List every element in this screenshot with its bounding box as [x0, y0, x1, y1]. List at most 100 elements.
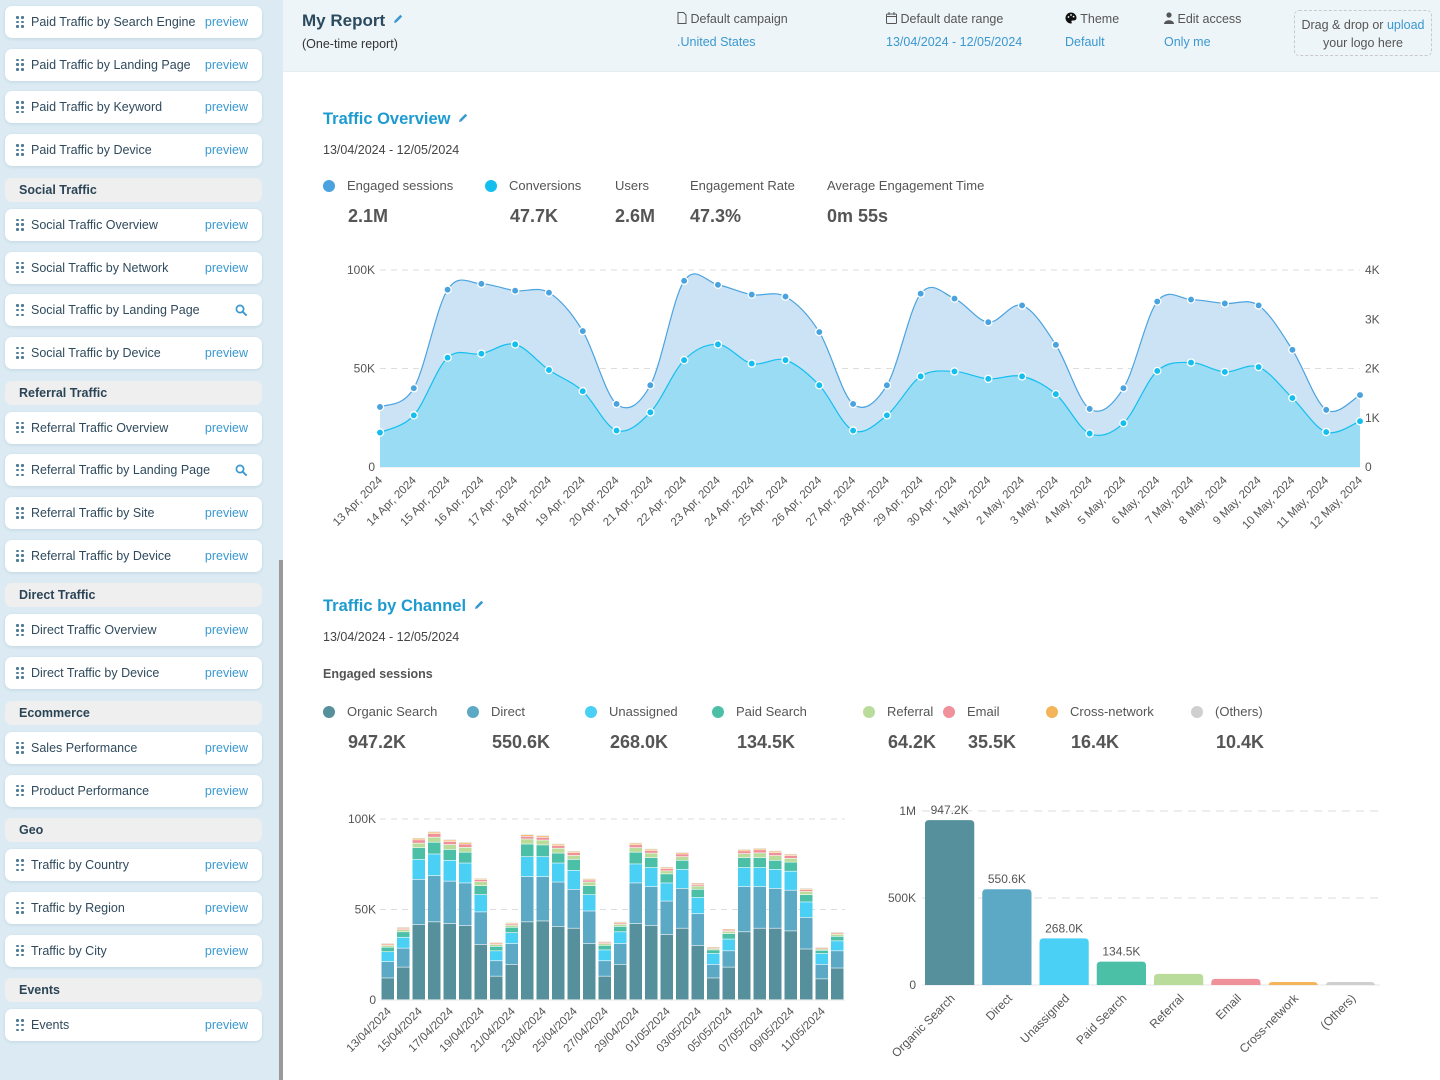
data-point[interactable]: [1321, 427, 1331, 437]
bar-segment-referral[interactable]: [521, 839, 534, 844]
bar-segment-email[interactable]: [738, 851, 751, 854]
bar-segment-unassigned[interactable]: [645, 867, 658, 887]
bar-segment-referral[interactable]: [738, 853, 751, 858]
data-point[interactable]: [984, 317, 993, 327]
preview-link[interactable]: preview: [205, 944, 248, 958]
preview-link[interactable]: preview: [205, 858, 248, 872]
data-point[interactable]: [1186, 358, 1196, 367]
bar-segment-email[interactable]: [722, 930, 736, 932]
bar-segment-referral[interactable]: [614, 924, 627, 927]
bar-segment-paid-search[interactable]: [738, 857, 751, 868]
bar-segment-paid-search[interactable]: [521, 844, 534, 857]
bar-segment-unassigned[interactable]: [443, 860, 457, 881]
data-point[interactable]: [679, 355, 689, 365]
sidebar-item[interactable]: Sales Performance preview: [5, 731, 262, 764]
bar-segment-organic-search[interactable]: [536, 921, 550, 1000]
bar-segment-paid-search[interactable]: [505, 927, 519, 933]
data-point[interactable]: [679, 276, 689, 286]
bar-segment-organic-search[interactable]: [676, 928, 689, 1000]
bar-segment-organic-search[interactable]: [769, 928, 782, 1000]
bar-segment-direct[interactable]: [536, 876, 550, 921]
preview-link[interactable]: preview: [205, 666, 248, 680]
drag-handle-icon[interactable]: [16, 624, 24, 637]
sidebar-item[interactable]: Paid Traffic by Device preview: [5, 134, 262, 167]
bar-segment-email[interactable]: [769, 852, 782, 856]
channel-legend-item[interactable]: Unassigned 268.0K: [585, 704, 678, 752]
data-point[interactable]: [1355, 390, 1365, 400]
bar-segment-organic-search[interactable]: [815, 979, 829, 1000]
data-point[interactable]: [612, 399, 621, 409]
bar-segment-referral[interactable]: [645, 853, 658, 858]
bar-segment-direct[interactable]: [769, 888, 782, 928]
data-point[interactable]: [1288, 393, 1297, 403]
bar-segment-paid-search[interactable]: [397, 932, 410, 937]
bar-segment-direct[interactable]: [629, 883, 643, 924]
bar-segment-unassigned[interactable]: [397, 937, 410, 948]
drag-handle-icon[interactable]: [16, 784, 24, 797]
bar-segment-direct[interactable]: [800, 917, 813, 949]
data-point[interactable]: [477, 279, 486, 289]
bar-segment-cross-network[interactable]: [645, 849, 658, 851]
bar-segment-referral[interactable]: [490, 944, 503, 947]
bar-segment-unassigned[interactable]: [769, 869, 782, 889]
bar-segment-email[interactable]: [397, 928, 410, 930]
bar-segment-paid-search[interactable]: [490, 946, 503, 951]
channel-legend-item[interactable]: Organic Search 947.2K: [323, 704, 437, 752]
bar-segment-paid-search[interactable]: [645, 857, 658, 868]
drag-handle-icon[interactable]: [16, 218, 24, 231]
drag-handle-icon[interactable]: [16, 101, 24, 114]
bar-paid-search[interactable]: [1096, 961, 1146, 985]
bar-segment-unassigned[interactable]: [784, 871, 798, 890]
data-point[interactable]: [1355, 416, 1365, 426]
bar-segment-referral[interactable]: [660, 871, 674, 874]
data-point[interactable]: [1152, 297, 1162, 306]
drag-handle-icon[interactable]: [16, 144, 24, 156]
data-point[interactable]: [916, 289, 925, 298]
data-point[interactable]: [781, 355, 790, 365]
channel-legend-item[interactable]: Referral 64.2K: [863, 704, 936, 752]
sidebar-item[interactable]: Direct Traffic Overview preview: [5, 614, 262, 647]
bar-segment-organic-search[interactable]: [738, 932, 751, 1000]
bar-segment-organic-search[interactable]: [722, 967, 736, 1000]
bar-segment-direct[interactable]: [676, 888, 689, 928]
sidebar-item[interactable]: Paid Traffic by Keyword preview: [5, 91, 262, 124]
preview-link[interactable]: preview: [205, 421, 248, 435]
data-point[interactable]: [612, 426, 621, 435]
preview-link[interactable]: preview: [205, 346, 248, 360]
bar-direct[interactable]: [982, 889, 1032, 985]
bar-segment-referral[interactable]: [552, 848, 565, 853]
report-title[interactable]: My Report: [302, 11, 404, 31]
bar-segment-cross-network[interactable]: [428, 832, 441, 834]
data-point[interactable]: [747, 359, 756, 368]
data-point[interactable]: [1152, 366, 1162, 376]
data-point[interactable]: [443, 353, 452, 362]
data-point[interactable]: [950, 367, 959, 376]
bar-segment-unassigned[interactable]: [505, 933, 519, 944]
bar-segment-direct[interactable]: [490, 961, 503, 976]
bar-segment-referral[interactable]: [536, 840, 550, 845]
bar-segment-unassigned[interactable]: [552, 863, 565, 882]
bar-segment-cross-network[interactable]: [629, 843, 643, 845]
edit-access-value-link[interactable]: Only me: [1164, 35, 1241, 49]
bar-segment-cross-network[interactable]: [443, 840, 457, 842]
bar-segment-direct[interactable]: [552, 882, 565, 927]
bar-segment-cross-network[interactable]: [738, 849, 751, 851]
bar-segment-paid-search[interactable]: [784, 862, 798, 871]
bar-segment-unassigned[interactable]: [412, 859, 426, 880]
bar-segment-direct[interactable]: [521, 876, 534, 922]
sidebar-scrollbar[interactable]: [279, 560, 283, 1080]
theme-value-link[interactable]: Default: [1065, 35, 1119, 49]
data-point[interactable]: [1254, 362, 1263, 372]
edit-pencil-icon[interactable]: [392, 13, 404, 25]
bar-segment-organic-search[interactable]: [800, 949, 813, 1000]
bar-segment-paid-search[interactable]: [474, 885, 488, 895]
bar-segment-unassigned[interactable]: [490, 951, 503, 961]
bar-segment-referral[interactable]: [428, 837, 441, 842]
data-point[interactable]: [848, 399, 858, 409]
bar-segment-referral[interactable]: [412, 843, 426, 848]
drag-handle-icon[interactable]: [16, 859, 24, 872]
bar-email[interactable]: [1211, 978, 1261, 985]
bar-segment-unassigned[interactable]: [583, 895, 596, 911]
data-point[interactable]: [1051, 389, 1061, 399]
upload-logo-link[interactable]: upload: [1387, 18, 1425, 32]
